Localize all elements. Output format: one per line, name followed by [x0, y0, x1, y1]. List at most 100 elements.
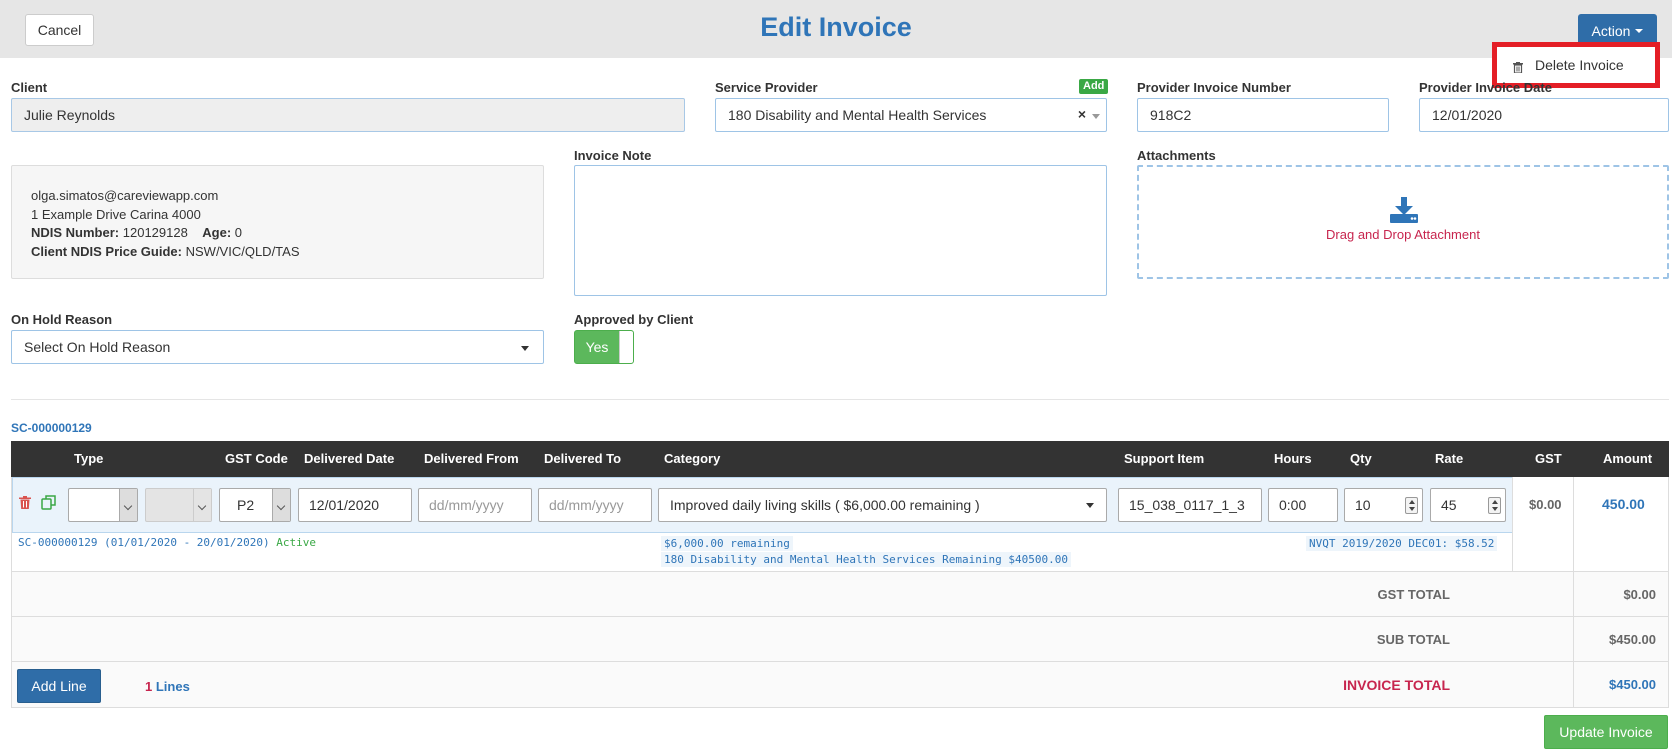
attachment-drop-text: Drag and Drop Attachment	[1326, 227, 1480, 242]
client-email: olga.simatos@careviewapp.com	[31, 188, 219, 203]
column-header-delivered-date: Delivered Date	[304, 451, 395, 466]
sub-total-label: SUB TOTAL	[1376, 632, 1450, 647]
column-header-gst: GST	[1535, 451, 1562, 466]
cancel-button[interactable]: Cancel	[25, 14, 94, 46]
column-divider	[1512, 477, 1513, 572]
table-row: P2 12/01/2020 dd/mm/yyyy dd/mm/yyyy Impr…	[11, 477, 1669, 572]
provider-invoice-date-input[interactable]: 12/01/2020	[1419, 98, 1669, 132]
clear-icon[interactable]: ×	[1078, 106, 1086, 122]
hours-input[interactable]: 0:00	[1268, 488, 1338, 522]
column-header-delivered-from: Delivered From	[424, 451, 519, 466]
provider-invoice-number-input[interactable]: 918C2	[1137, 98, 1389, 132]
price-guide-info: NVQT 2019/2020 DEC01: $58.52	[1306, 536, 1498, 551]
category-select[interactable]: Improved daily living skills ( $6,000.00…	[658, 488, 1107, 522]
gst-code-select[interactable]: P2	[219, 488, 291, 522]
toggle-knob	[619, 331, 633, 363]
approved-toggle[interactable]: Yes	[574, 330, 634, 364]
client-field[interactable]: Julie Reynolds	[11, 98, 685, 132]
delivered-from-input[interactable]: dd/mm/yyyy	[418, 488, 532, 522]
service-provider-label: Service Provider	[715, 80, 818, 95]
contract-status: Active	[276, 536, 317, 549]
ndis-number-value: 120129128	[122, 225, 188, 240]
attachment-dropzone[interactable]: Drag and Drop Attachment	[1137, 165, 1669, 279]
gst-code-value: P2	[237, 497, 255, 513]
chevron-down-icon	[272, 489, 290, 521]
price-guide-label: Client NDIS Price Guide:	[31, 243, 182, 259]
chevron-down-icon	[193, 489, 211, 521]
on-hold-reason-select[interactable]: Select On Hold Reason	[11, 330, 544, 364]
column-divider	[1573, 572, 1574, 617]
column-header-amount: Amount	[1603, 451, 1653, 466]
column-header-qty: Qty	[1350, 451, 1372, 466]
delete-invoice-menu-item[interactable]: Delete Invoice	[1505, 53, 1647, 77]
provider-invoice-number-label: Provider Invoice Number	[1137, 80, 1291, 95]
type-select[interactable]	[68, 488, 138, 522]
approved-by-client-label: Approved by Client	[574, 312, 694, 327]
invoice-total-value: $450.00	[1609, 677, 1656, 692]
rate-stepper-icon[interactable]	[1488, 497, 1501, 514]
delivered-date-input[interactable]: 12/01/2020	[298, 488, 412, 522]
download-icon	[1390, 197, 1418, 226]
provider-invoice-date-label: Provider Invoice Date	[1419, 80, 1552, 95]
gst-total-label: GST TOTAL	[1377, 587, 1450, 602]
column-divider	[1573, 662, 1574, 708]
sub-total-row: SUB TOTAL $450.00	[11, 617, 1669, 662]
client-label: Client	[11, 80, 48, 95]
provider-remaining: 180 Disability and Mental Health Service…	[661, 552, 1071, 567]
column-header-category: Category	[664, 451, 721, 466]
column-header-support-item: Support Item	[1124, 451, 1205, 466]
column-divider	[1573, 617, 1574, 662]
service-provider-value: 180 Disability and Mental Health Service…	[728, 107, 987, 123]
rate-input[interactable]: 45	[1430, 488, 1506, 522]
sub-total-value: $450.00	[1609, 632, 1656, 647]
ndis-number-label: NDIS Number:	[31, 225, 120, 240]
contract-period-text: SC-000000129 (01/01/2020 - 20/01/2020)	[18, 536, 270, 549]
support-item-value: 15_038_0117_1_3	[1129, 497, 1245, 513]
chevron-down-icon	[521, 346, 529, 351]
approved-toggle-label: Yes	[585, 339, 609, 355]
chevron-down-icon	[1092, 114, 1100, 119]
attachments-label: Attachments	[1137, 148, 1216, 163]
table-header: Type GST Code Delivered Date Delivered F…	[11, 441, 1669, 477]
gst-total-value: $0.00	[1623, 587, 1656, 602]
gst-type-select[interactable]	[145, 488, 212, 522]
delete-row-icon[interactable]	[19, 496, 31, 512]
column-header-rate: Rate	[1435, 451, 1464, 466]
copy-row-icon[interactable]	[41, 495, 57, 513]
on-hold-reason-value: Select On Hold Reason	[24, 339, 171, 355]
add-provider-badge[interactable]: Add	[1079, 79, 1109, 94]
age-value: 0	[234, 225, 243, 240]
gst-value: $0.00	[1529, 497, 1562, 512]
column-divider	[1573, 477, 1574, 572]
age-label: Age:	[202, 225, 232, 240]
qty-stepper-icon[interactable]	[1405, 497, 1418, 514]
lines-count-label: Lines	[155, 679, 190, 694]
add-line-button[interactable]: Add Line	[17, 669, 101, 703]
client-info-box: olga.simatos@careviewapp.com 1 Example D…	[11, 165, 544, 279]
column-header-type: Type	[74, 451, 104, 466]
client-price-guide-line: Client NDIS Price Guide: NSW/VIC/QLD/TAS	[31, 243, 543, 262]
column-header-gst-code: GST Code	[225, 451, 288, 466]
invoice-total-label: INVOICE TOTAL	[1343, 677, 1450, 693]
invoice-note-label: Invoice Note	[574, 148, 652, 163]
action-button-label: Action	[1591, 22, 1631, 39]
invoice-note-textarea[interactable]	[574, 165, 1107, 296]
service-contract-link[interactable]: SC-000000129	[11, 421, 92, 435]
update-invoice-button[interactable]: Update Invoice	[1544, 715, 1668, 749]
client-address: 1 Example Drive Carina 4000	[31, 206, 201, 222]
lines-count: 1 Lines	[145, 679, 190, 694]
qty-input[interactable]: 10	[1344, 488, 1423, 522]
client-ndis-line: NDIS Number: 120129128 Age: 0	[31, 224, 543, 243]
gst-total-row: GST TOTAL $0.00	[11, 572, 1669, 617]
top-bar	[0, 0, 1672, 58]
delivered-to-input[interactable]: dd/mm/yyyy	[538, 488, 652, 522]
qty-value: 10	[1355, 497, 1371, 513]
price-guide-value: NSW/VIC/QLD/TAS	[185, 243, 300, 259]
service-provider-select[interactable]: 180 Disability and Mental Health Service…	[715, 98, 1107, 132]
delete-invoice-label: Delete Invoice	[1535, 57, 1624, 73]
trash-icon	[1513, 60, 1523, 74]
category-remaining: $6,000.00 remaining	[661, 536, 793, 551]
lines-count-number: 1	[145, 679, 153, 694]
support-item-input[interactable]: 15_038_0117_1_3	[1118, 488, 1262, 522]
column-header-hours: Hours	[1274, 451, 1312, 466]
